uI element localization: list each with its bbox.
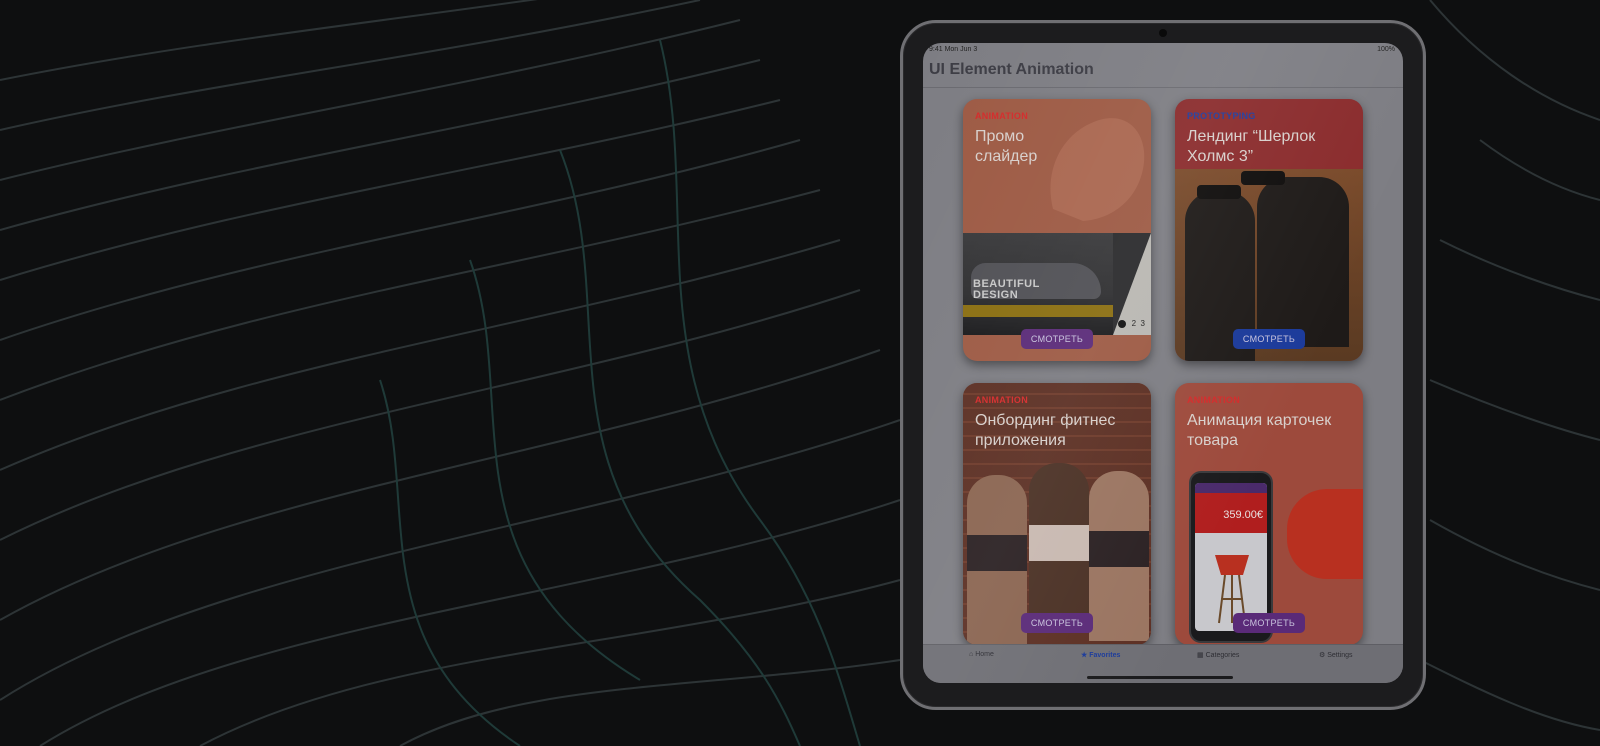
top-left: [967, 535, 1027, 571]
status-time: 9:41 Mon Jun 3: [929, 46, 978, 53]
pager-2[interactable]: 2: [1132, 319, 1136, 328]
card-category: ANIMATION: [975, 395, 1029, 405]
tab-label: Categories: [1205, 652, 1240, 659]
tab-label: Home: [975, 651, 994, 658]
nav-divider: [923, 87, 1403, 88]
status-bar: 9:41 Mon Jun 3 100%: [923, 43, 1403, 55]
ipad-device: 9:41 Mon Jun 3 100% UI Element Animation…: [900, 20, 1426, 710]
pager-3[interactable]: 3: [1141, 319, 1145, 328]
top-right: [1089, 531, 1149, 567]
slider-pager[interactable]: 2 3: [1118, 319, 1145, 328]
home-icon: ⌂: [969, 651, 974, 658]
card-title: Лендинг “Шерлок Холмс 3”: [1187, 128, 1316, 165]
card-promo-slider[interactable]: ANIMATION Промо слайдер BEAUTIFUL DESIGN…: [963, 99, 1151, 361]
tab-favorites[interactable]: ★ Favorites: [1081, 651, 1120, 659]
hat-left: [1197, 185, 1241, 199]
watch-button[interactable]: СМОТРЕТЬ: [1021, 613, 1093, 633]
yellow-stripe: [963, 305, 1113, 317]
car-photo: BEAUTIFUL DESIGN: [963, 233, 1113, 335]
card-title: Онбординг фитнес приложения: [975, 412, 1116, 449]
man-right: [1257, 177, 1349, 347]
home-indicator: [1087, 676, 1233, 679]
screen: 9:41 Mon Jun 3 100% UI Element Animation…: [923, 43, 1403, 683]
card-category: PROTOTYPING: [1187, 111, 1256, 121]
card-product-cards[interactable]: 359.00€ ANIMATION Анимация карточек това…: [1175, 383, 1363, 645]
tab-categories[interactable]: ▦ Categories: [1197, 651, 1239, 659]
tab-bar: ⌂ Home ★ Favorites ▦ Categories ⚙ Settin…: [923, 644, 1403, 683]
tab-settings[interactable]: ⚙ Settings: [1319, 651, 1353, 659]
grid-icon: ▦: [1197, 652, 1204, 659]
card-category: ANIMATION: [1187, 395, 1241, 405]
chair-image: [1287, 489, 1363, 579]
watch-button[interactable]: СМОТРЕТЬ: [1233, 613, 1305, 633]
slide-caption: BEAUTIFUL DESIGN: [973, 278, 1040, 301]
phone-price: 359.00€: [1223, 509, 1263, 521]
card-sherlock-landing[interactable]: PROTOTYPING Лендинг “Шерлок Холмс 3” СМО…: [1175, 99, 1363, 361]
gear-icon: ⚙: [1319, 652, 1326, 659]
watch-button[interactable]: СМОТРЕТЬ: [1233, 329, 1305, 349]
top-middle: [1029, 525, 1089, 561]
pager-dot-active[interactable]: [1118, 319, 1127, 328]
slide-image: BEAUTIFUL DESIGN 2 3: [963, 233, 1151, 335]
phone-screen: 359.00€: [1195, 483, 1267, 631]
tab-home[interactable]: ⌂ Home: [969, 651, 994, 658]
tab-label: Settings: [1327, 652, 1353, 659]
page-title: UI Element Animation: [929, 61, 1094, 78]
hat-right: [1241, 171, 1285, 185]
status-battery: 100%: [1377, 46, 1395, 53]
card-category: ANIMATION: [975, 111, 1029, 121]
phone-header: [1195, 483, 1267, 493]
camera: [1159, 29, 1167, 37]
card-title: Анимация карточек товара: [1187, 412, 1332, 449]
card-fitness-onboarding[interactable]: ANIMATION Онбординг фитнес приложения СМ…: [963, 383, 1151, 645]
star-icon: ★: [1081, 652, 1088, 659]
watch-button[interactable]: СМОТРЕТЬ: [1021, 329, 1093, 349]
card-title: Промо слайдер: [975, 128, 1038, 165]
tab-label: Favorites: [1089, 652, 1121, 659]
